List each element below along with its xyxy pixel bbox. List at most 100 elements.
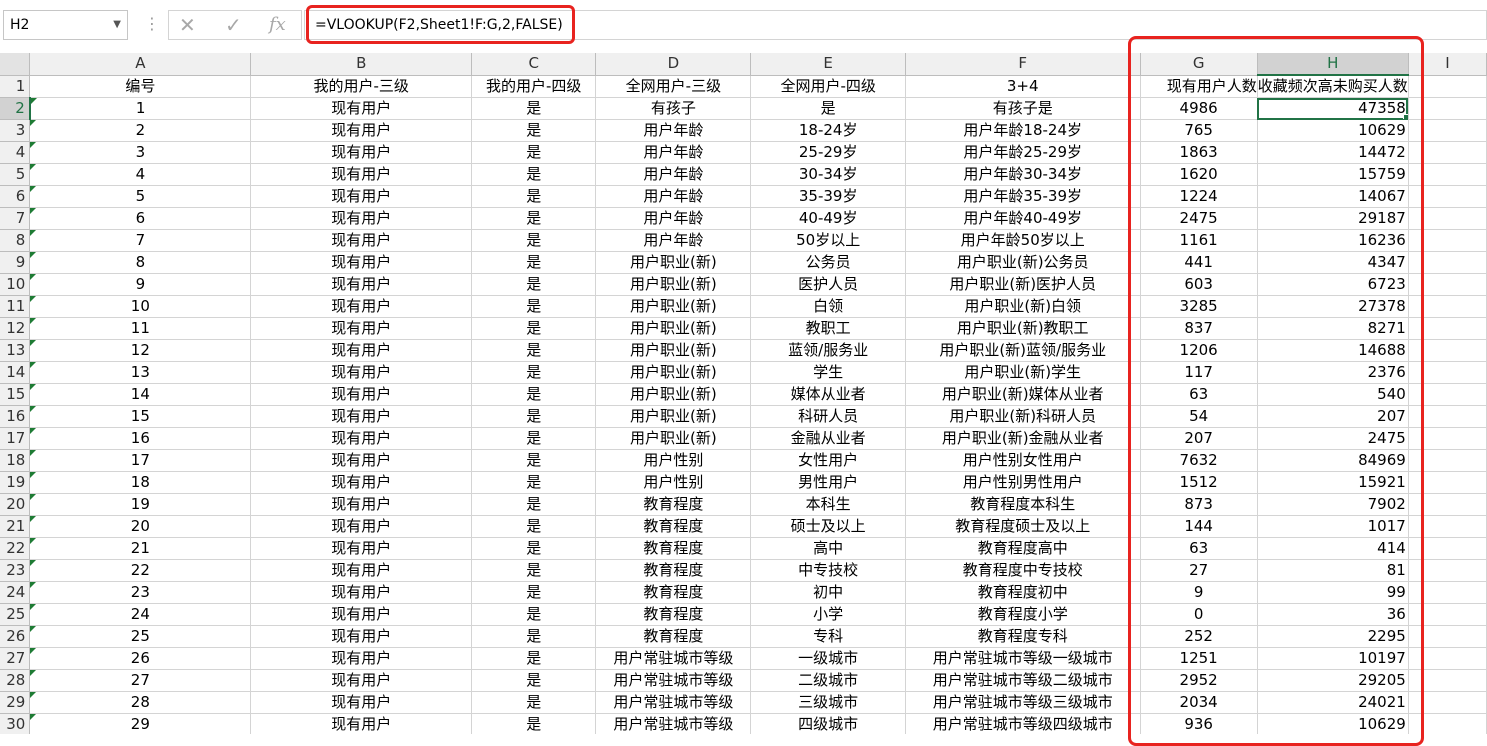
cell-e[interactable]: 初中	[750, 581, 906, 604]
row-header[interactable]: 1	[0, 75, 31, 98]
cell-d[interactable]: 教育程度	[595, 603, 752, 626]
cell-a[interactable]: 17	[29, 449, 252, 472]
cell-a[interactable]: 9	[29, 273, 252, 296]
cell-a[interactable]: 11	[29, 317, 252, 340]
cell-c[interactable]: 是	[471, 647, 597, 670]
cell-e[interactable]: 公务员	[750, 251, 906, 274]
cell-f[interactable]: 教育程度初中	[905, 581, 1141, 604]
cell-h[interactable]: 99	[1257, 581, 1409, 604]
cell-a[interactable]: 26	[29, 647, 252, 670]
cell-g[interactable]: 4986	[1140, 97, 1258, 120]
cell-e[interactable]: 教职工	[750, 317, 906, 340]
cell-i[interactable]	[1408, 471, 1487, 494]
insert-function-icon[interactable]: fx	[269, 14, 286, 36]
cell-a[interactable]: 20	[29, 515, 252, 538]
cell-i[interactable]	[1408, 97, 1487, 120]
cell-b[interactable]: 现有用户	[250, 427, 473, 450]
cell-i[interactable]	[1408, 141, 1487, 164]
cell-a[interactable]: 8	[29, 251, 252, 274]
row-header[interactable]: 8	[0, 229, 31, 252]
cell-i[interactable]	[1408, 273, 1487, 296]
cell-c[interactable]: 是	[471, 493, 597, 516]
cell-f[interactable]: 用户职业(新)白领	[905, 295, 1141, 318]
cell-c[interactable]: 是	[471, 669, 597, 692]
cell-d[interactable]: 用户职业(新)	[595, 251, 752, 274]
cell-c[interactable]: 是	[471, 427, 597, 450]
cell-f[interactable]: 用户常驻城市等级三级城市	[905, 691, 1141, 714]
cell-i[interactable]	[1408, 427, 1487, 450]
cell-f[interactable]: 教育程度硕士及以上	[905, 515, 1141, 538]
cell-a[interactable]: 24	[29, 603, 252, 626]
cell-c[interactable]: 是	[471, 581, 597, 604]
cell-g[interactable]: 873	[1140, 493, 1258, 516]
cell-a[interactable]: 3	[29, 141, 252, 164]
cell-b[interactable]: 现有用户	[250, 141, 473, 164]
cell-f[interactable]: 教育程度专科	[905, 625, 1141, 648]
cell-f[interactable]: 用户常驻城市等级一级城市	[905, 647, 1141, 670]
cell-b[interactable]: 现有用户	[250, 493, 473, 516]
cell-d[interactable]: 用户职业(新)	[595, 317, 752, 340]
cell-c[interactable]: 是	[471, 185, 597, 208]
cell-f[interactable]: 用户职业(新)媒体从业者	[905, 383, 1141, 406]
cell-e[interactable]: 30-34岁	[750, 163, 906, 186]
cell-f[interactable]: 用户年龄50岁以上	[905, 229, 1141, 252]
cell-h[interactable]: 2295	[1257, 625, 1409, 648]
row-header[interactable]: 25	[0, 603, 31, 626]
cell-h[interactable]: 540	[1257, 383, 1409, 406]
cell-d[interactable]: 用户年龄	[595, 163, 752, 186]
cell-g[interactable]: 1161	[1140, 229, 1258, 252]
cell-b[interactable]: 现有用户	[250, 295, 473, 318]
cell-g[interactable]: 441	[1140, 251, 1258, 274]
row-header[interactable]: 21	[0, 515, 31, 538]
row-header[interactable]: 26	[0, 625, 31, 648]
row-header[interactable]: 17	[0, 427, 31, 450]
cell-f[interactable]: 用户职业(新)科研人员	[905, 405, 1141, 428]
cell-d[interactable]: 用户年龄	[595, 229, 752, 252]
cell-h[interactable]: 81	[1257, 559, 1409, 582]
cell-i[interactable]	[1408, 317, 1487, 340]
cell-g[interactable]: 603	[1140, 273, 1258, 296]
cell-h[interactable]: 207	[1257, 405, 1409, 428]
cell-b[interactable]: 现有用户	[250, 471, 473, 494]
cell-d[interactable]: 用户年龄	[595, 207, 752, 230]
cell-g[interactable]: 207	[1140, 427, 1258, 450]
cell-g[interactable]: 1512	[1140, 471, 1258, 494]
row-header[interactable]: 3	[0, 119, 31, 142]
cell-i[interactable]	[1408, 625, 1487, 648]
row-header[interactable]: 18	[0, 449, 31, 472]
cell-c[interactable]: 是	[471, 405, 597, 428]
row-header[interactable]: 15	[0, 383, 31, 406]
row-header[interactable]: 10	[0, 273, 31, 296]
column-header-i[interactable]: I	[1408, 53, 1487, 76]
cell-a[interactable]: 1	[29, 97, 252, 120]
cell-h[interactable]: 27378	[1257, 295, 1409, 318]
cell-f[interactable]: 用户职业(新)医护人员	[905, 273, 1141, 296]
cell-a[interactable]: 19	[29, 493, 252, 516]
cell-a[interactable]: 13	[29, 361, 252, 384]
header-cell-e[interactable]: 全网用户-四级	[750, 75, 906, 98]
cell-d[interactable]: 教育程度	[595, 559, 752, 582]
cell-d[interactable]: 教育程度	[595, 515, 752, 538]
cell-d[interactable]: 用户职业(新)	[595, 273, 752, 296]
cell-h[interactable]: 6723	[1257, 273, 1409, 296]
cell-c[interactable]: 是	[471, 207, 597, 230]
row-header[interactable]: 22	[0, 537, 31, 560]
cell-b[interactable]: 现有用户	[250, 449, 473, 472]
cell-h[interactable]: 2376	[1257, 361, 1409, 384]
cancel-icon[interactable]: ✕	[179, 14, 196, 36]
cell-f[interactable]: 用户年龄35-39岁	[905, 185, 1141, 208]
cell-h[interactable]: 2475	[1257, 427, 1409, 450]
row-header[interactable]: 9	[0, 251, 31, 274]
cell-i[interactable]	[1408, 119, 1487, 142]
row-header[interactable]: 28	[0, 669, 31, 692]
cell-d[interactable]: 用户年龄	[595, 119, 752, 142]
cell-c[interactable]: 是	[471, 537, 597, 560]
cell-i[interactable]	[1408, 207, 1487, 230]
header-cell-g[interactable]: 现有用户人数	[1140, 75, 1258, 98]
cell-i[interactable]	[1408, 163, 1487, 186]
cell-a[interactable]: 12	[29, 339, 252, 362]
cell-d[interactable]: 用户职业(新)	[595, 295, 752, 318]
cell-h[interactable]: 8271	[1257, 317, 1409, 340]
cell-i[interactable]	[1408, 185, 1487, 208]
cell-b[interactable]: 现有用户	[250, 229, 473, 252]
